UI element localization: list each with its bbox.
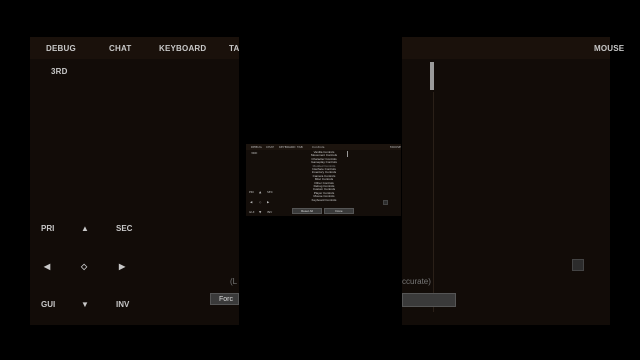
center-corner-square[interactable] (383, 200, 388, 205)
tab-chat[interactable]: CHAT (109, 44, 131, 53)
center-up-icon[interactable]: ▲ (259, 190, 261, 194)
center-tab-mouse[interactable]: MOUSE (390, 145, 401, 149)
gui-button[interactable]: GUI (41, 300, 55, 309)
list-item[interactable]: Keyboard Controls (300, 198, 348, 202)
center-tab-tab[interactable]: TAB (297, 145, 303, 149)
inventory-button[interactable]: INV (116, 300, 129, 309)
center-diamond-icon[interactable]: ◇ (81, 262, 87, 271)
center-scrollbar-thumb[interactable] (347, 151, 348, 157)
primary-button[interactable]: PRI (41, 224, 54, 233)
center-tab-chat[interactable]: CHAT (266, 145, 274, 149)
center-list-title: Controls (312, 145, 325, 149)
tab-keyboard[interactable]: KEYBOARD (159, 44, 206, 53)
arrow-up-icon[interactable]: ▲ (81, 224, 89, 233)
reset-all-button[interactable]: Reset All (292, 208, 322, 214)
center-down-icon[interactable]: ▼ (259, 210, 261, 214)
controls-list: Vanilla Controls Movement Controls Chara… (300, 150, 348, 206)
done-button[interactable]: Done (324, 208, 354, 214)
partial-label-right: ccurate) (402, 277, 431, 286)
center-gui-icon[interactable]: GUI (249, 210, 254, 214)
left-overlay-panel: DEBUG CHAT KEYBOARD TA 3RD PRI ▲ SEC ◀ ◇… (30, 37, 239, 325)
secondary-button[interactable]: SEC (116, 224, 132, 233)
corner-square-button[interactable] (572, 259, 584, 271)
tab-mouse[interactable]: MOUSE (594, 44, 624, 53)
scrollbar-thumb[interactable] (430, 62, 434, 90)
tab-tab-partial[interactable]: TA (229, 44, 239, 53)
center-pri-icon[interactable]: PRI (249, 190, 254, 194)
arrow-left-icon[interactable]: ◀ (44, 262, 50, 271)
force-button[interactable]: Forc (210, 293, 239, 305)
center-left-icon[interactable]: ◀ (250, 200, 252, 204)
scrollbar-track (433, 92, 434, 312)
center-diamond-icon[interactable]: ◇ (259, 200, 261, 204)
right-bottom-button[interactable] (402, 293, 456, 307)
arrow-down-icon[interactable]: ▼ (81, 300, 89, 309)
partial-label-left: (L (230, 277, 238, 286)
right-overlay-panel: MOUSE ccurate) (402, 37, 624, 325)
center-3rd-button[interactable]: 3RD (251, 151, 257, 155)
center-tab-debug[interactable]: DEBUG (251, 145, 262, 149)
center-right-icon[interactable]: ▶ (267, 200, 269, 204)
right-tab-bar (402, 37, 610, 59)
center-sec-icon[interactable]: SEC (267, 190, 273, 194)
perspective-3rd-button[interactable]: 3RD (51, 67, 68, 76)
center-inv-icon[interactable]: INV (267, 210, 272, 214)
arrow-right-icon[interactable]: ▶ (119, 262, 125, 271)
center-game-screen: DEBUG CHAT KEYBOARD TAB MOUSE 3RD Contro… (246, 144, 401, 216)
center-tab-keyboard[interactable]: KEYBOARD (279, 145, 295, 149)
tab-debug[interactable]: DEBUG (46, 44, 76, 53)
